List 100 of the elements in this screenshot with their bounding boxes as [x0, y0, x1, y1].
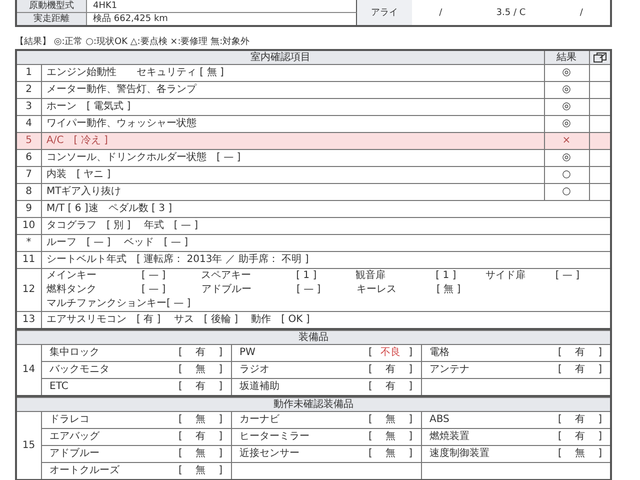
item-label: カーナビ	[240, 413, 280, 427]
bracket: [	[178, 447, 182, 461]
item-value: 有	[575, 413, 585, 427]
bracket: [	[368, 363, 372, 377]
item-value: [ — ]	[555, 269, 580, 283]
bracket: ]	[408, 363, 412, 377]
bracket: [	[178, 363, 182, 377]
bracket: [	[178, 413, 182, 427]
bracket: [	[368, 430, 372, 444]
legend-text: 【結果】 ◎:正常 ○:現状OK △:要点検 ×:要修理 無:対象外	[15, 36, 251, 49]
bracket: [	[558, 363, 562, 377]
item-value: 無	[196, 464, 206, 478]
field-value: 4HK1	[87, 0, 357, 13]
bracket: ]	[218, 380, 222, 394]
section-header: 装備品	[16, 330, 611, 344]
item-label: アンテナ	[430, 363, 470, 377]
item-value: 有	[386, 363, 396, 377]
item-value: 有	[386, 380, 396, 394]
item-label: ヒーターミラー	[240, 430, 310, 444]
item-label: スペアキー	[201, 269, 252, 283]
bracket: ]	[408, 447, 412, 461]
bracket: [	[368, 380, 372, 394]
bracket: [	[178, 430, 182, 444]
item-value: [ 無 ]	[436, 283, 461, 297]
bracket: ]	[598, 346, 602, 360]
item-label: キーレス	[356, 283, 398, 297]
bracket: [	[368, 447, 372, 461]
item-label: 観音扉	[356, 269, 387, 283]
item-label: マルチファンクションキー	[46, 297, 166, 311]
item-label: 燃焼装置	[430, 430, 470, 444]
bracket: [	[368, 413, 372, 427]
item-value: 無	[386, 430, 396, 444]
item-label: ETC	[50, 380, 68, 394]
bracket: ]	[218, 363, 222, 377]
bracket: ]	[408, 380, 412, 394]
item-value: 無	[575, 447, 585, 461]
item-value: 有	[196, 380, 206, 394]
bracket: ]	[598, 413, 602, 427]
bracket: ]	[218, 430, 222, 444]
item-value: 有	[196, 346, 206, 360]
item-label: ドラレコ	[50, 413, 90, 427]
item-value: [ 1 ]	[296, 269, 317, 283]
bracket: ]	[408, 413, 412, 427]
item-value: 不良	[380, 346, 400, 360]
item-label: 近接センサー	[240, 446, 300, 461]
item-value: 無	[196, 447, 206, 461]
bracket: ]	[408, 430, 412, 444]
bracket: [	[178, 380, 182, 394]
item-label: ABS	[430, 413, 450, 427]
bracket: [	[558, 346, 562, 360]
item-value: 有	[196, 430, 206, 444]
item-label: 電格	[430, 346, 450, 360]
item-label: 集中ロック	[50, 346, 100, 360]
field-value: 3.5 / C	[496, 8, 526, 18]
field-label: アライ	[371, 7, 398, 19]
bracket: ]	[218, 346, 222, 360]
bracket: [	[558, 447, 562, 461]
item-value: 有	[575, 430, 585, 444]
item-label: アドブルー	[202, 283, 252, 297]
item-label: オートクルーズ	[50, 464, 120, 478]
item-value: [ — ]	[142, 269, 166, 283]
bracket: [	[558, 413, 562, 427]
item-value: 有	[575, 346, 585, 360]
field-value: /	[580, 8, 583, 18]
item-value: 有	[575, 363, 585, 377]
bracket: ]	[218, 464, 222, 478]
item-label: サイド扉	[485, 269, 526, 283]
item-label: PW	[240, 346, 256, 360]
item-label: エアバッグ	[50, 430, 100, 444]
item-value: [ — ]	[142, 283, 166, 297]
bracket: ]	[598, 363, 602, 377]
section-header: 動作未確認装備品	[16, 398, 611, 412]
item-label: 燃料タンク	[46, 283, 98, 297]
bracket: [	[558, 430, 562, 444]
item-label: メインキー	[46, 269, 98, 283]
item-value: 無	[386, 413, 396, 427]
item-label: ラジオ	[240, 363, 270, 377]
column-header: 結果	[544, 50, 589, 64]
copy-icon[interactable]	[592, 52, 607, 63]
bracket: ]	[598, 430, 602, 444]
bracket: ]	[598, 447, 602, 461]
item-label: アドブルー	[50, 446, 100, 461]
item-value: [ — ]	[166, 297, 191, 311]
field-label: 実走距離	[17, 13, 87, 25]
bracket: [	[178, 464, 182, 478]
item-value: 無	[196, 413, 206, 427]
item-label: 速度制御装置	[430, 446, 490, 461]
bracket: ]	[218, 413, 222, 427]
item-value: [ 1 ]	[436, 269, 456, 283]
bracket: [	[178, 346, 182, 360]
item-value: 無	[196, 363, 206, 377]
item-label: バックモニタ	[50, 363, 110, 377]
item-label: 坂道補助	[240, 380, 280, 394]
bracket: ]	[218, 447, 222, 461]
bracket: ]	[408, 346, 412, 360]
field-value: /	[439, 8, 442, 18]
item-value: 無	[386, 447, 396, 461]
section-header: 室内確認項目	[16, 50, 544, 64]
field-label: 原動機型式	[17, 0, 87, 13]
item-value: [ — ]	[296, 283, 321, 297]
